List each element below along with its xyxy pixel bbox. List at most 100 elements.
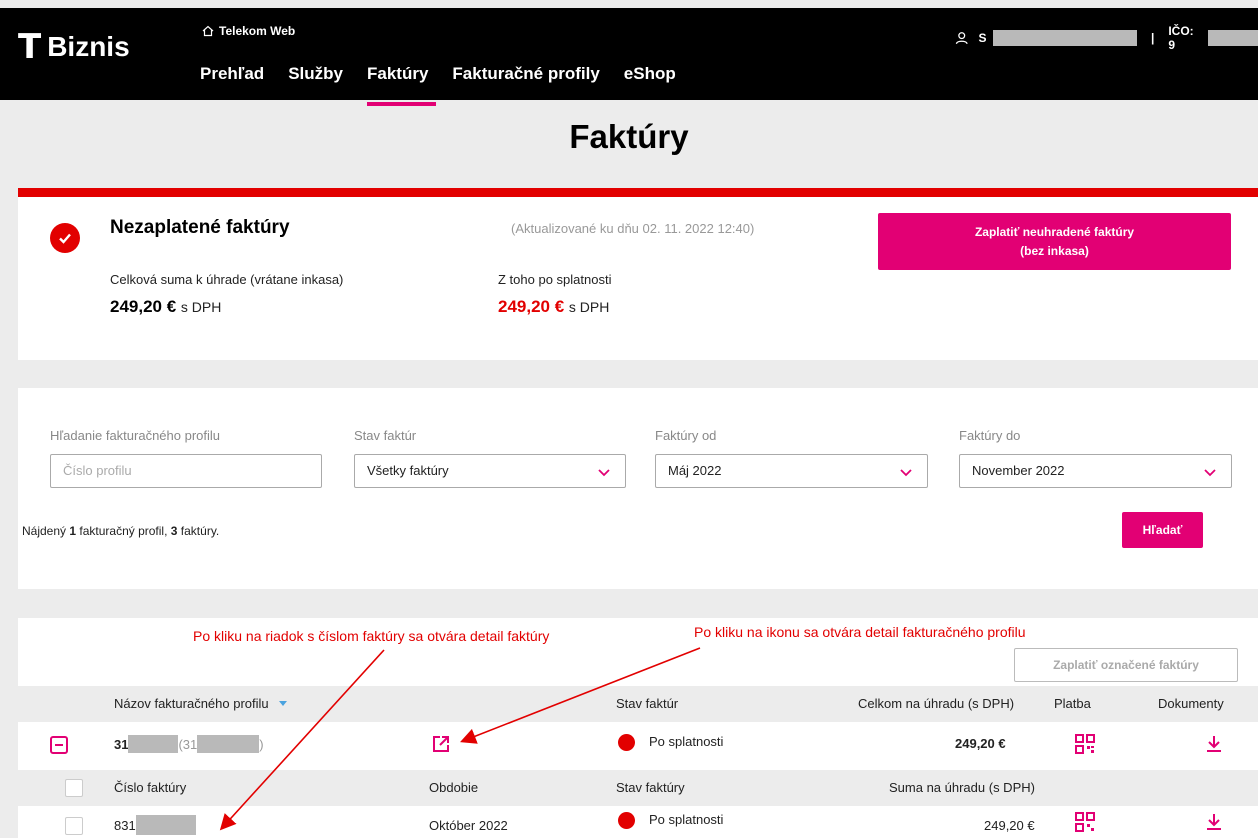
found-mid: fakturačný profil,	[76, 524, 171, 538]
brand-name: Biznis	[47, 31, 130, 62]
top-navigation-bar: T Biznis Telekom Web Prehľad Služby Fakt…	[0, 8, 1258, 106]
user-icon	[955, 32, 968, 45]
invoice-amount: 249,20 €	[984, 818, 1035, 833]
telekom-web-label: Telekom Web	[219, 24, 296, 38]
sort-down-icon	[279, 701, 288, 706]
redacted-invoice-number	[135, 815, 196, 835]
annotation-row-click: Po kliku na riadok s číslom faktúry sa o…	[193, 628, 550, 644]
col-payment: Platba	[1054, 696, 1091, 711]
main-nav: Prehľad Služby Faktúry Fakturačné profil…	[200, 64, 700, 106]
user-name-prefix: S	[978, 31, 987, 45]
col-invoice-number: Číslo faktúry	[114, 780, 187, 795]
telekom-web-link[interactable]: Telekom Web	[202, 24, 295, 38]
overdue-label: Z toho po splatnosti	[498, 272, 612, 287]
qr-code-icon[interactable]	[1075, 812, 1095, 832]
select-all-checkbox[interactable]	[65, 779, 83, 797]
redacted-profile-id	[197, 735, 260, 753]
redacted-ico	[1208, 30, 1258, 46]
profile-paren-prefix: (31	[178, 736, 198, 752]
to-select[interactable]: November 2022	[959, 454, 1232, 488]
redacted-user-name	[992, 30, 1137, 46]
redacted-profile-number	[128, 735, 179, 753]
invoice-period: Október 2022	[429, 818, 508, 833]
home-icon	[202, 25, 214, 37]
invoices-table-panel: Po kliku na riadok s číslom faktúry sa o…	[18, 618, 1258, 838]
overdue-value: 249,20 € s DPH	[498, 297, 609, 317]
search-button[interactable]: Hľadať	[1122, 512, 1203, 548]
nav-sluzby[interactable]: Služby	[288, 64, 351, 98]
invoice-number[interactable]: 831	[114, 815, 196, 835]
nav-fakturacne-profily[interactable]: Fakturačné profily	[452, 64, 607, 98]
invoice-number-prefix: 831	[114, 817, 136, 833]
header-separator: |	[1150, 31, 1155, 45]
download-icon[interactable]	[1204, 734, 1224, 754]
col-status: Stav faktúr	[616, 696, 679, 711]
user-account-menu[interactable]: S | IČO: 9	[955, 24, 1258, 52]
total-amount: 249,20 €	[110, 297, 177, 316]
profile-row[interactable]: 31 (31 ) Po splatnosti 249,20 €	[18, 722, 1258, 766]
col-profile-name[interactable]: Názov fakturačného profilu	[114, 696, 288, 711]
check-circle-icon	[50, 223, 80, 253]
chevron-down-icon	[1204, 469, 1216, 477]
qr-code-icon[interactable]	[1075, 734, 1095, 754]
from-select-value: Máj 2022	[668, 463, 722, 478]
col-profile-name-label: Názov fakturačného profilu	[114, 696, 269, 711]
invoice-status-label: Po splatnosti	[649, 812, 724, 827]
from-select[interactable]: Máj 2022	[655, 454, 928, 488]
profile-status-label: Po splatnosti	[649, 734, 724, 749]
updated-timestamp: (Aktualizované ku dňu 02. 11. 2022 12:40…	[511, 221, 755, 236]
ico-label: IČO: 9	[1168, 24, 1194, 52]
unpaid-invoices-summary: Nezaplatené faktúry (Aktualizované ku dň…	[18, 188, 1258, 360]
page-title: Faktúry	[569, 118, 689, 155]
status-select-value: Všetky faktúry	[367, 463, 449, 478]
total-value: 249,20 € s DPH	[110, 297, 221, 317]
profile-status: Po splatnosti	[618, 734, 724, 752]
invoice-row[interactable]: 831 Október 2022 Po splatnosti 249,20 €	[18, 810, 1258, 838]
overdue-status-dot	[618, 734, 635, 752]
overdue-vat-suffix: s DPH	[568, 299, 610, 315]
profile-paren-suffix: )	[259, 736, 264, 752]
overdue-status-dot	[618, 812, 635, 830]
summary-title: Nezaplatené faktúry	[110, 217, 290, 238]
pay-selected-button[interactable]: Zaplatiť označené faktúry	[1014, 648, 1238, 682]
col-documents: Dokumenty	[1158, 696, 1224, 711]
telekom-t-mark: T	[18, 27, 42, 67]
total-label: Celková suma k úhrade (vrátane inkasa)	[110, 272, 344, 287]
chevron-down-icon	[598, 469, 610, 477]
nav-faktury[interactable]: Faktúry	[366, 64, 437, 106]
download-icon[interactable]	[1204, 812, 1224, 832]
to-select-value: November 2022	[972, 463, 1065, 478]
telekom-biznis-logo[interactable]: T Biznis	[18, 30, 130, 64]
col-invoice-status: Stav faktúry	[616, 780, 685, 795]
invoice-checkbox[interactable]	[65, 817, 83, 835]
nav-eshop[interactable]: eShop	[624, 64, 684, 98]
profile-number: 31 (31 )	[114, 735, 264, 753]
annotation-icon-click: Po kliku na ikonu sa otvára detail faktu…	[694, 624, 1026, 640]
table-header: Názov fakturačného profilu Stav faktúr C…	[18, 686, 1258, 722]
external-link-icon[interactable]	[431, 734, 451, 754]
chevron-down-icon	[900, 469, 912, 477]
total-vat-suffix: s DPH	[180, 299, 222, 315]
profile-amount: 249,20 €	[955, 736, 1006, 751]
found-prefix: Nájdený	[22, 524, 70, 538]
profile-search-input[interactable]: Číslo profilu	[50, 454, 322, 488]
to-label: Faktúry do	[959, 428, 1021, 443]
from-label: Faktúry od	[655, 428, 717, 443]
status-label: Stav faktúr	[354, 428, 417, 443]
col-period: Obdobie	[429, 780, 479, 795]
profile-search-label: Hľadanie fakturačného profilu	[50, 428, 221, 443]
pay-unpaid-invoices-button[interactable]: Zaplatiť neuhradené faktúry (bez inkasa)	[878, 213, 1231, 270]
profile-number-prefix: 31	[114, 736, 129, 752]
filter-panel: Hľadanie fakturačného profilu Číslo prof…	[18, 388, 1258, 589]
overdue-amount: 249,20 €	[498, 297, 565, 316]
search-result-count: Nájdený 1 fakturačný profil, 3 faktúry.	[22, 524, 219, 538]
pay-button-line2: (bez inkasa)	[1020, 244, 1089, 258]
invoice-subheader: Číslo faktúry Obdobie Stav faktúry Suma …	[18, 770, 1258, 806]
found-suffix: faktúry.	[177, 524, 220, 538]
invoice-status: Po splatnosti	[618, 812, 724, 830]
pay-button-line1: Zaplatiť neuhradené faktúry	[974, 225, 1135, 239]
status-select[interactable]: Všetky faktúry	[354, 454, 626, 488]
col-total-due: Celkom na úhradu (s DPH)	[858, 696, 1015, 711]
nav-prehlad[interactable]: Prehľad	[200, 64, 272, 98]
collapse-icon[interactable]	[50, 736, 68, 754]
